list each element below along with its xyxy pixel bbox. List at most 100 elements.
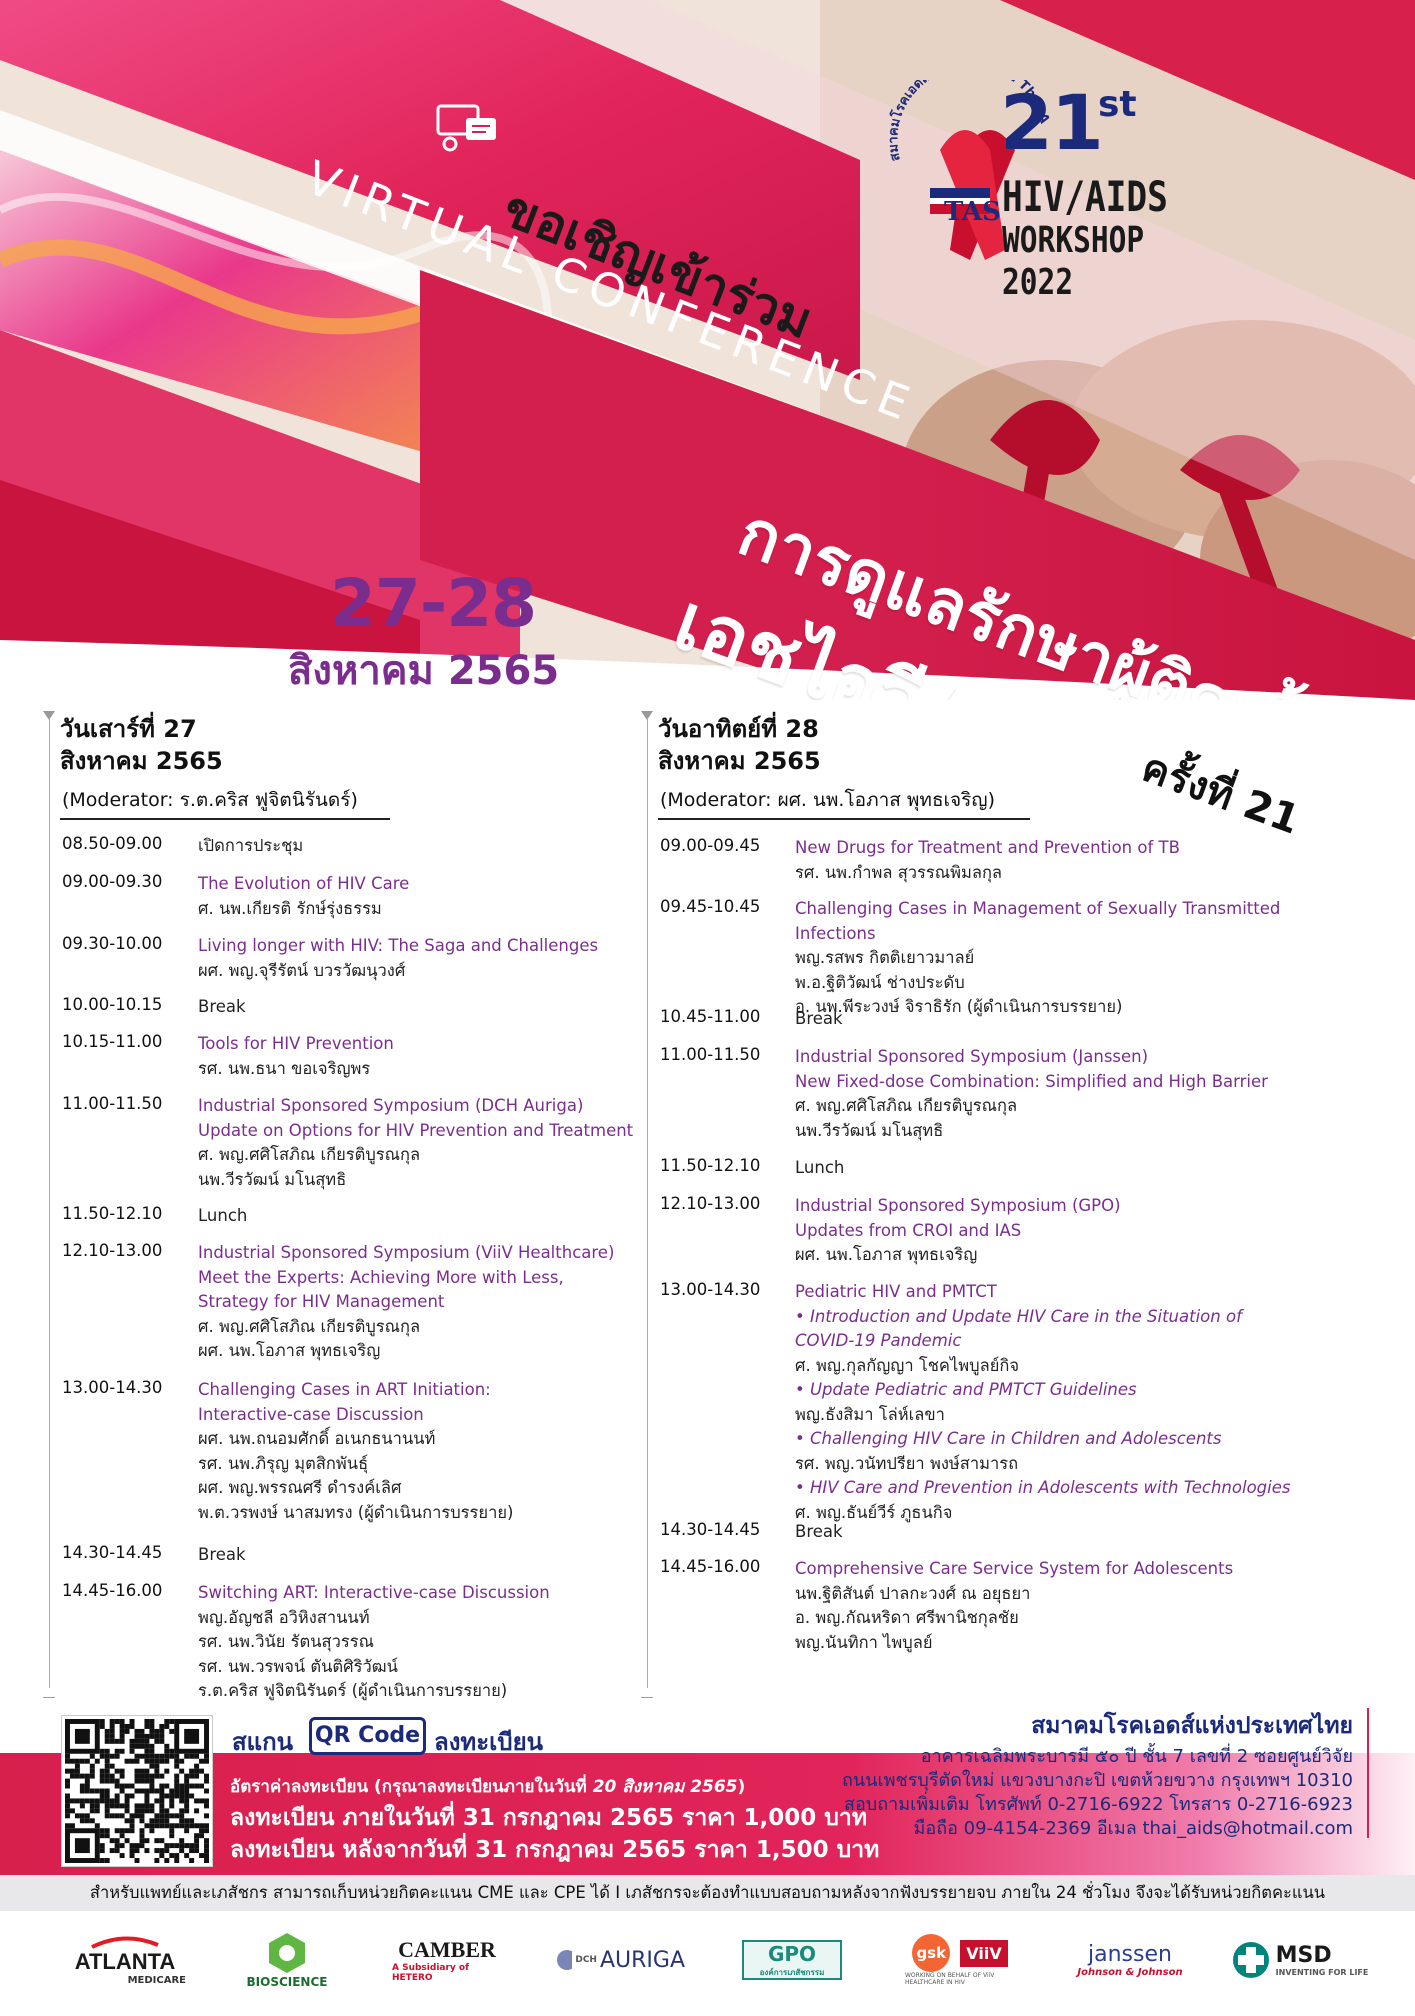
session-body: Challenging Cases in Management of Sexua… (795, 897, 1300, 1020)
workshop-line-1: HIV/AIDS (1002, 172, 1168, 221)
session-time: 08.50-09.00 (62, 834, 163, 853)
workshop-suffix: st (1098, 84, 1137, 125)
session-speaker: ศ. พญ.ธันย์วีร์ ภูธนกิจ (795, 1502, 953, 1522)
session-title: Strategy for HIV Management (198, 1292, 445, 1311)
sponsor-atlanta: ATLANTA MEDICARE (50, 1930, 200, 1990)
bioscience-hexagon-icon (269, 1933, 305, 1973)
day2-moderator: (Moderator: ผศ. นพ.โอภาส พุทธเจริญ) (660, 789, 995, 811)
date-range: 27-28 (330, 565, 537, 642)
session-body: เปิดการประชุม (198, 834, 303, 859)
registration-qr-code[interactable] (62, 1716, 212, 1866)
session-speaker: ศ. พญ.ศศิโสภิณ เกียรติบูรณกุล (198, 1316, 421, 1336)
day2-rule (647, 718, 648, 1688)
session-body: Pediatric HIV and PMTCT Introduction and … (795, 1280, 1300, 1525)
session-speaker: อ. นพ.พีระวงษ์ จิราธิรัก (ผู้ดำเนินการบร… (795, 997, 1123, 1016)
session-speaker: ศ. พญ.ศศิโสภิณ เกียรติบูรณกุล (795, 1096, 1018, 1115)
session-body: Break (795, 1520, 843, 1545)
sponsor-camber: CAMBER A Subsidiary of HETERO (392, 1937, 496, 1983)
session-body: Break (198, 995, 246, 1020)
session-body: Living longer with HIV: The Saga and Cha… (198, 934, 598, 983)
session-time: 09.00-09.30 (62, 872, 163, 891)
session-body: Industrial Sponsored Symposium (GPO) Upda… (795, 1194, 1121, 1268)
session-plain-label: Lunch (795, 1158, 845, 1177)
session-time: 09.00-09.45 (660, 836, 761, 855)
workshop-line-3: 2022 (1002, 262, 1074, 303)
hero-banner: ขอเชิญเข้าร่วม VIRTUAL CONFERENCE สมาคมโ… (0, 0, 1415, 700)
session-speaker: รศ. นพ.วินัย รัตนสุวรรณ (198, 1632, 374, 1651)
session-time: 13.00-14.30 (62, 1378, 163, 1397)
session-title: Challenging Cases in Management of Sexua… (795, 899, 1281, 943)
session-speaker: พ.ต.วรพงษ์ นาสมทรง (ผู้ดำเนินการบรรยาย) (198, 1502, 514, 1522)
organizer-name: สมาคมโรคเอดส์แห่งประเทศไทย (1031, 1713, 1353, 1739)
session-time: 10.45-11.00 (660, 1007, 761, 1026)
session-body: Lunch (795, 1156, 844, 1181)
session-speaker: พ.อ.ฐิติวัฒน์ ช่างประดับ (795, 972, 965, 992)
session-speaker: รศ. นพ.กำพล สุวรรณพิมลกุล (795, 862, 1003, 882)
session-title: Pediatric HIV and PMTCT (795, 1282, 997, 1301)
session-title: Updates from CROI and IAS (795, 1220, 1022, 1240)
session-speaker: ศ. พญ.ศศิโสภิณ เกียรติบูรณกุล (198, 1145, 421, 1164)
registration-late-price: ลงทะเบียน หลังจากวันที่ 31 กรกฎาคม 2565 … (230, 1837, 880, 1863)
session-speaker: รศ. พญ.วนัทปรียา พงษ์สามารถ (795, 1453, 1019, 1473)
session-title: Meet the Experts: Achieving More with Le… (198, 1267, 564, 1287)
msd-logo-icon (1232, 1942, 1269, 1978)
session-speaker: พญ.ธังสิมา โล่ห์เลขา (795, 1404, 945, 1424)
session-speaker: พญ.รสพร กิตติเยาวมาลย์ (795, 948, 975, 967)
atlanta-swoosh-icon (91, 1935, 159, 1949)
day1-marker-bottom (43, 1688, 55, 1698)
session-plain-label: Lunch (198, 1206, 248, 1225)
registration-note: อัตราค่าลงทะเบียน (กรุณาลงทะเบียนภายในวั… (230, 1777, 746, 1797)
session-time: 11.50-12.10 (62, 1204, 163, 1223)
scan-prefix: สแกน (232, 1728, 294, 1756)
day1-heading-line1: วันเสาร์ที่ 27 (60, 715, 197, 743)
session-subtopic: Challenging HIV Care in Children and Ado… (795, 1427, 1300, 1452)
session-speaker: รศ. นพ.ภิรุญ มุตสิกพันธุ์ (198, 1453, 369, 1473)
sponsor-bioscience: BIOSCIENCE (232, 1930, 342, 1990)
day2-heading-line1: วันอาทิตย์ที่ 28 (658, 715, 819, 743)
session-plain-label: Break (795, 1009, 843, 1028)
session-time: 11.00-11.50 (62, 1094, 163, 1113)
session-plain-label: Break (795, 1522, 843, 1541)
session-subtopic: HIV Care and Prevention in Adolescents w… (795, 1476, 1300, 1501)
session-body: Break (795, 1007, 843, 1032)
session-title: Comprehensive Care Service System for Ad… (795, 1559, 1234, 1578)
session-time: 14.30-14.45 (660, 1520, 761, 1539)
session-subtopic: Introduction and Update HIV Care in the … (795, 1305, 1300, 1354)
session-speaker: ศ. พญ.กุลกัญญา โชคไพบูลย์กิจ (795, 1355, 1020, 1375)
session-title: New Fixed-dose Combination: Simplified a… (795, 1071, 1268, 1091)
qr-code-icon (65, 1719, 209, 1863)
session-body: Challenging Cases in ART Initiation: Inte… (198, 1378, 513, 1525)
session-speaker: นพ.วีรวัฒน์ มโนสุทธิ (198, 1169, 347, 1189)
session-title: The Evolution of HIV Care (198, 874, 410, 893)
session-time: 10.15-11.00 (62, 1032, 163, 1051)
svg-text:TAS: TAS (944, 197, 1001, 227)
session-speaker: ผศ. นพ.โอภาส พุทธเจริญ (795, 1245, 978, 1264)
session-body: Lunch (198, 1204, 247, 1229)
session-title: Living longer with HIV: The Saga and Cha… (198, 936, 599, 955)
session-time: 11.00-11.50 (660, 1045, 761, 1064)
cme-note: สำหรับแพทย์และเภสัชกร สามารถเก็บหน่วยกิต… (0, 1875, 1415, 1911)
session-speaker: ผศ. นพ.โอภาส พุทธเจริญ (198, 1341, 381, 1360)
sponsor-auriga: DCH AURIGA (555, 1930, 685, 1990)
session-speaker: ร.ต.คริส ฟูจิตนิรันดร์ (ผู้ดำเนินการบรรย… (198, 1681, 508, 1700)
session-plain-label: Break (198, 1545, 246, 1564)
workshop-line-2: WORKSHOP (1002, 220, 1145, 261)
session-body: Industrial Sponsored Symposium (DCH Auri… (198, 1094, 633, 1192)
registration-early-price: ลงทะเบียน ภายในวันที่ 31 กรกฎาคม 2565 รา… (230, 1805, 867, 1831)
sponsor-gpo: GPO องค์การเภสัชกรรม (742, 1940, 842, 1980)
session-body: Break (198, 1543, 246, 1568)
session-body: Switching ART: Interactive-case Discussi… (198, 1581, 550, 1704)
session-speaker: ศ. นพ.เกียรติ รักษ์รุ่งธรรม (198, 898, 382, 918)
session-title: Tools for HIV Prevention (198, 1034, 394, 1053)
session-plain-label: Break (198, 997, 246, 1016)
session-speaker: ผศ. พญ.พรรณศรี ดำรงค์เลิศ (198, 1478, 402, 1497)
day1-heading-line2: สิงหาคม 2565 (60, 747, 223, 775)
day1-heading-rule (60, 818, 390, 820)
session-time: 11.50-12.10 (660, 1156, 761, 1175)
session-time: 14.30-14.45 (62, 1543, 163, 1562)
session-time: 09.45-10.45 (660, 897, 761, 916)
session-title: New Drugs for Treatment and Prevention o… (795, 838, 1180, 857)
session-time: 14.45-16.00 (62, 1581, 163, 1600)
day2-heading-line2: สิงหาคม 2565 (658, 747, 821, 775)
day2-marker-bottom (641, 1688, 653, 1698)
